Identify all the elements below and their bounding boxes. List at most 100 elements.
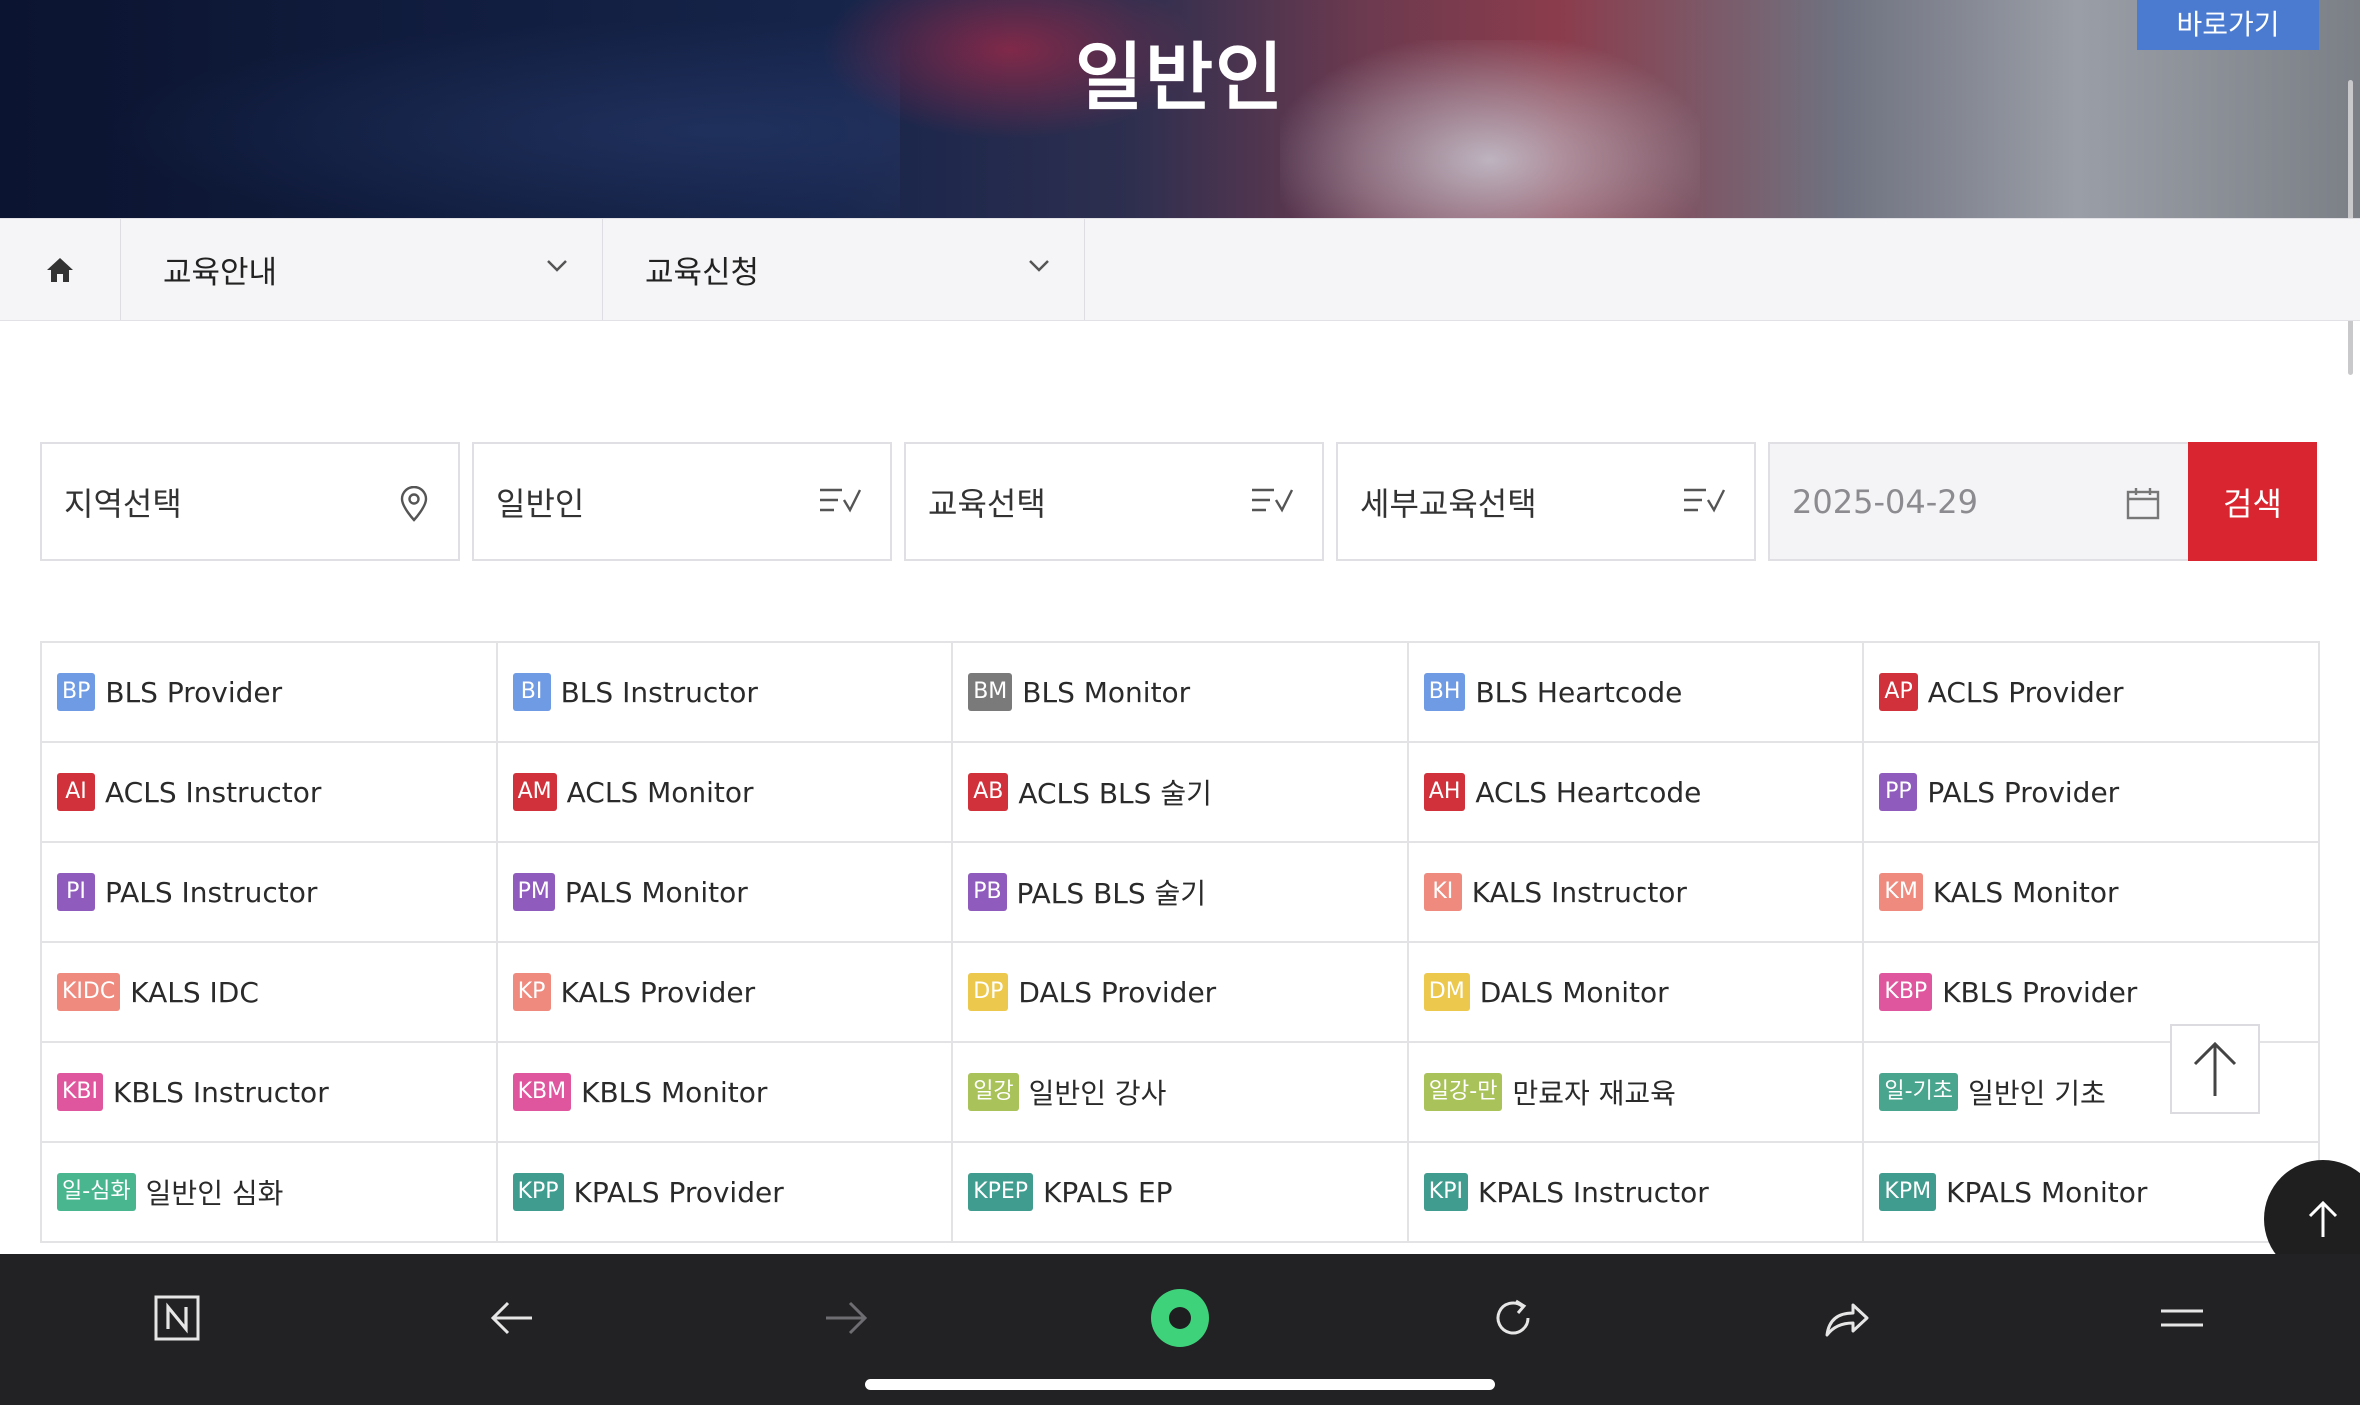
course-select[interactable]: 교육선택 (904, 442, 1324, 561)
naver-home-button[interactable] (137, 1278, 217, 1358)
course-badge: 일강-만 (1423, 1073, 1503, 1111)
course-label: KALS Instructor (1471, 875, 1687, 909)
course-item[interactable]: AB ACLS BLS 술기 (953, 743, 1409, 843)
chevron-down-icon (547, 260, 567, 272)
home-icon (47, 257, 73, 282)
course-item[interactable]: DM DALS Monitor (1408, 943, 1865, 1043)
course-badge: KPP (512, 1173, 564, 1211)
course-item[interactable]: AM ACLS Monitor (497, 743, 954, 843)
category-select-label: 일반인 (496, 484, 585, 523)
course-badge: DP (968, 973, 1009, 1011)
course-item[interactable]: PP PALS Provider (1864, 743, 2320, 843)
detail-course-select-label: 세부교육선택 (1360, 484, 1537, 523)
forward-button[interactable] (806, 1278, 886, 1358)
course-badge: BM (968, 673, 1013, 711)
course-item[interactable]: KPM KPALS Monitor (1864, 1143, 2320, 1243)
course-label: DALS Monitor (1479, 975, 1669, 1009)
course-label: DALS Provider (1018, 975, 1217, 1009)
course-item[interactable]: KI KALS Instructor (1408, 843, 1865, 943)
course-badge: KBP (1879, 973, 1933, 1011)
course-item[interactable]: KPI KPALS Instructor (1408, 1143, 1865, 1243)
course-badge: KI (1423, 873, 1462, 911)
course-item[interactable]: PI PALS Instructor (42, 843, 498, 943)
course-badge: AM (512, 773, 557, 811)
course-grid: BP BLS Provider BI BLS Instructor BM BLS… (40, 641, 2320, 1243)
refresh-button[interactable] (1473, 1278, 1553, 1358)
chevron-down-icon (1029, 260, 1049, 272)
course-item[interactable]: BI BLS Instructor (497, 643, 954, 743)
course-label: ACLS Provider (1927, 675, 2124, 709)
course-label: KPALS Instructor (1477, 1175, 1709, 1209)
course-badge: KBM (512, 1073, 572, 1111)
course-label: 일반인 기초 (1968, 1077, 2106, 1110)
date-picker[interactable]: 2025-04-29 (1768, 442, 2188, 561)
course-label: BLS Monitor (1022, 675, 1191, 709)
checklist-icon (820, 488, 862, 513)
course-item[interactable]: KPP KPALS Provider (497, 1143, 954, 1243)
region-select[interactable]: 지역선택 (40, 442, 460, 561)
course-badge: AI (57, 773, 95, 811)
course-item[interactable]: KM KALS Monitor (1864, 843, 2320, 943)
course-item[interactable]: KBM KBLS Monitor (497, 1043, 954, 1143)
breadcrumb-dropdown-education-info[interactable]: 교육안내 (121, 219, 603, 320)
course-badge: BI (512, 673, 551, 711)
course-select-label: 교육선택 (928, 484, 1046, 523)
detail-course-select[interactable]: 세부교육선택 (1336, 442, 1756, 561)
course-item[interactable]: BP BLS Provider (42, 643, 498, 743)
course-item[interactable]: AI ACLS Instructor (42, 743, 498, 843)
scroll-to-top-button[interactable] (2170, 1024, 2260, 1114)
course-label: KPALS EP (1043, 1175, 1173, 1209)
course-item[interactable]: PB PALS BLS 술기 (953, 843, 1409, 943)
course-item[interactable]: AP ACLS Provider (1864, 643, 2320, 743)
menu-button[interactable] (2142, 1278, 2222, 1358)
course-badge: KP (512, 973, 551, 1011)
share-button[interactable] (1807, 1278, 1887, 1358)
shortcut-button[interactable]: 바로가기 (2137, 0, 2319, 50)
course-item[interactable]: KIDC KALS IDC (42, 943, 498, 1043)
hero-banner: 일반인 바로가기 (0, 0, 2360, 218)
category-select[interactable]: 일반인 (472, 442, 892, 561)
breadcrumb-dropdown-label: 교육신청 (645, 255, 760, 291)
course-label: KPALS Provider (573, 1175, 784, 1209)
course-badge: AB (968, 773, 1009, 811)
breadcrumb-dropdown-education-apply[interactable]: 교육신청 (603, 219, 1085, 320)
checklist-icon (1684, 488, 1726, 513)
breadcrumb-home[interactable] (0, 219, 121, 320)
course-badge: 일-심화 (57, 1173, 136, 1211)
course-label: KBLS Monitor (581, 1075, 768, 1109)
course-label: ACLS Heartcode (1475, 775, 1702, 809)
back-button[interactable] (472, 1278, 552, 1358)
arrow-up-icon (2308, 1200, 2338, 1237)
course-label: KALS IDC (130, 975, 259, 1009)
course-label: KPALS Monitor (1946, 1175, 2148, 1209)
course-label: 일반인 강사 (1028, 1077, 1167, 1110)
course-item[interactable]: KPEP KPALS EP (953, 1143, 1409, 1243)
course-item[interactable]: BM BLS Monitor (953, 643, 1409, 743)
region-select-label: 지역선택 (64, 484, 182, 523)
checklist-icon (1252, 488, 1294, 513)
course-item[interactable]: PM PALS Monitor (497, 843, 954, 943)
course-item[interactable]: DP DALS Provider (953, 943, 1409, 1043)
course-item[interactable]: 일강-만 만료자 재교육 (1408, 1043, 1865, 1143)
course-badge: KIDC (57, 973, 121, 1011)
course-badge: BP (57, 673, 96, 711)
green-dot-icon (1151, 1289, 1209, 1347)
course-badge: PB (968, 873, 1007, 911)
course-item[interactable]: 일강 일반인 강사 (953, 1043, 1409, 1143)
search-button[interactable]: 검색 (2188, 442, 2317, 561)
course-label: BLS Provider (105, 675, 283, 709)
course-item[interactable]: KBI KBLS Instructor (42, 1043, 498, 1143)
course-badge: KM (1879, 873, 1923, 911)
course-badge: BH (1423, 673, 1466, 711)
home-indicator (865, 1379, 1495, 1390)
course-item[interactable]: KP KALS Provider (497, 943, 954, 1043)
course-badge: AH (1423, 773, 1466, 811)
course-item[interactable]: 일-심화 일반인 심화 (42, 1143, 498, 1243)
course-label: PALS Provider (1927, 775, 2120, 809)
course-label: PALS BLS 술기 (1016, 877, 1207, 910)
course-item[interactable]: BH BLS Heartcode (1408, 643, 1865, 743)
location-pin-icon (400, 486, 428, 522)
course-label: KBLS Instructor (113, 1075, 329, 1109)
green-dot-button[interactable] (1140, 1278, 1220, 1358)
course-item[interactable]: AH ACLS Heartcode (1408, 743, 1865, 843)
